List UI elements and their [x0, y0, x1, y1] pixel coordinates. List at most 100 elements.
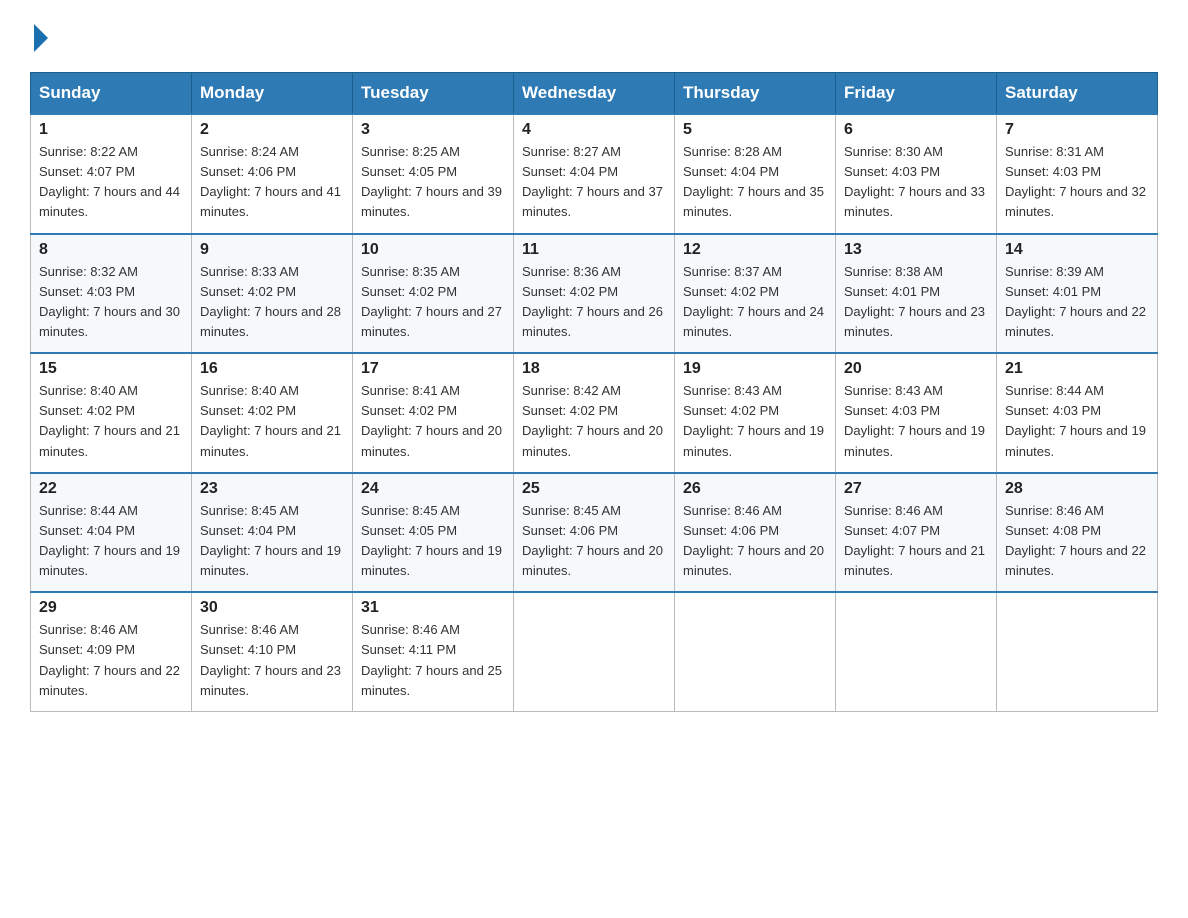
day-info: Sunrise: 8:46 AMSunset: 4:07 PMDaylight:…	[844, 501, 988, 582]
logo-arrow-icon	[34, 24, 48, 52]
day-number: 1	[39, 121, 183, 139]
day-number: 12	[683, 241, 827, 259]
day-info: Sunrise: 8:38 AMSunset: 4:01 PMDaylight:…	[844, 262, 988, 343]
calendar-cell: 25 Sunrise: 8:45 AMSunset: 4:06 PMDayligh…	[514, 473, 675, 593]
week-row-5: 29 Sunrise: 8:46 AMSunset: 4:09 PMDayligh…	[31, 592, 1158, 711]
day-info: Sunrise: 8:43 AMSunset: 4:02 PMDaylight:…	[683, 381, 827, 462]
day-number: 30	[200, 599, 344, 617]
weekday-header-row: SundayMondayTuesdayWednesdayThursdayFrid…	[31, 73, 1158, 115]
week-row-2: 8 Sunrise: 8:32 AMSunset: 4:03 PMDaylight…	[31, 234, 1158, 354]
day-info: Sunrise: 8:40 AMSunset: 4:02 PMDaylight:…	[200, 381, 344, 462]
calendar-cell	[675, 592, 836, 711]
day-number: 10	[361, 241, 505, 259]
day-info: Sunrise: 8:45 AMSunset: 4:04 PMDaylight:…	[200, 501, 344, 582]
calendar-cell: 8 Sunrise: 8:32 AMSunset: 4:03 PMDaylight…	[31, 234, 192, 354]
calendar-cell	[836, 592, 997, 711]
day-number: 4	[522, 121, 666, 139]
calendar-cell: 15 Sunrise: 8:40 AMSunset: 4:02 PMDayligh…	[31, 353, 192, 473]
day-number: 24	[361, 480, 505, 498]
day-info: Sunrise: 8:46 AMSunset: 4:09 PMDaylight:…	[39, 620, 183, 701]
day-info: Sunrise: 8:31 AMSunset: 4:03 PMDaylight:…	[1005, 142, 1149, 223]
calendar-cell: 13 Sunrise: 8:38 AMSunset: 4:01 PMDayligh…	[836, 234, 997, 354]
day-info: Sunrise: 8:30 AMSunset: 4:03 PMDaylight:…	[844, 142, 988, 223]
day-number: 21	[1005, 360, 1149, 378]
week-row-3: 15 Sunrise: 8:40 AMSunset: 4:02 PMDayligh…	[31, 353, 1158, 473]
day-info: Sunrise: 8:46 AMSunset: 4:11 PMDaylight:…	[361, 620, 505, 701]
week-row-4: 22 Sunrise: 8:44 AMSunset: 4:04 PMDayligh…	[31, 473, 1158, 593]
day-info: Sunrise: 8:25 AMSunset: 4:05 PMDaylight:…	[361, 142, 505, 223]
calendar-cell: 17Sunrise: 8:41 AMSunset: 4:02 PMDayligh…	[353, 353, 514, 473]
calendar-cell: 29 Sunrise: 8:46 AMSunset: 4:09 PMDayligh…	[31, 592, 192, 711]
day-info: Sunrise: 8:44 AMSunset: 4:03 PMDaylight:…	[1005, 381, 1149, 462]
day-number: 2	[200, 121, 344, 139]
day-number: 25	[522, 480, 666, 498]
weekday-header-thursday: Thursday	[675, 73, 836, 115]
day-number: 16	[200, 360, 344, 378]
day-number: 23	[200, 480, 344, 498]
calendar-cell: 6Sunrise: 8:30 AMSunset: 4:03 PMDaylight…	[836, 114, 997, 234]
logo	[30, 20, 48, 52]
calendar-cell: 22 Sunrise: 8:44 AMSunset: 4:04 PMDayligh…	[31, 473, 192, 593]
day-info: Sunrise: 8:46 AMSunset: 4:08 PMDaylight:…	[1005, 501, 1149, 582]
weekday-header-sunday: Sunday	[31, 73, 192, 115]
page-header	[30, 20, 1158, 52]
day-info: Sunrise: 8:36 AMSunset: 4:02 PMDaylight:…	[522, 262, 666, 343]
calendar-cell: 4 Sunrise: 8:27 AMSunset: 4:04 PMDaylight…	[514, 114, 675, 234]
day-number: 26	[683, 480, 827, 498]
calendar-cell: 11 Sunrise: 8:36 AMSunset: 4:02 PMDayligh…	[514, 234, 675, 354]
calendar-cell	[514, 592, 675, 711]
day-info: Sunrise: 8:35 AMSunset: 4:02 PMDaylight:…	[361, 262, 505, 343]
day-number: 22	[39, 480, 183, 498]
day-number: 19	[683, 360, 827, 378]
calendar-cell: 14 Sunrise: 8:39 AMSunset: 4:01 PMDayligh…	[997, 234, 1158, 354]
day-number: 8	[39, 241, 183, 259]
day-number: 29	[39, 599, 183, 617]
day-number: 28	[1005, 480, 1149, 498]
day-number: 9	[200, 241, 344, 259]
day-number: 31	[361, 599, 505, 617]
weekday-header-tuesday: Tuesday	[353, 73, 514, 115]
calendar-cell: 28 Sunrise: 8:46 AMSunset: 4:08 PMDayligh…	[997, 473, 1158, 593]
calendar-cell: 20Sunrise: 8:43 AMSunset: 4:03 PMDayligh…	[836, 353, 997, 473]
day-number: 17	[361, 360, 505, 378]
day-info: Sunrise: 8:46 AMSunset: 4:10 PMDaylight:…	[200, 620, 344, 701]
calendar-cell: 19 Sunrise: 8:43 AMSunset: 4:02 PMDayligh…	[675, 353, 836, 473]
calendar-cell: 2Sunrise: 8:24 AMSunset: 4:06 PMDaylight…	[192, 114, 353, 234]
day-number: 11	[522, 241, 666, 259]
calendar-cell: 12 Sunrise: 8:37 AMSunset: 4:02 PMDayligh…	[675, 234, 836, 354]
day-number: 3	[361, 121, 505, 139]
weekday-header-saturday: Saturday	[997, 73, 1158, 115]
day-info: Sunrise: 8:22 AMSunset: 4:07 PMDaylight:…	[39, 142, 183, 223]
day-info: Sunrise: 8:40 AMSunset: 4:02 PMDaylight:…	[39, 381, 183, 462]
day-info: Sunrise: 8:46 AMSunset: 4:06 PMDaylight:…	[683, 501, 827, 582]
day-number: 18	[522, 360, 666, 378]
calendar-table: SundayMondayTuesdayWednesdayThursdayFrid…	[30, 72, 1158, 712]
day-info: Sunrise: 8:42 AMSunset: 4:02 PMDaylight:…	[522, 381, 666, 462]
calendar-cell	[997, 592, 1158, 711]
day-info: Sunrise: 8:27 AMSunset: 4:04 PMDaylight:…	[522, 142, 666, 223]
day-info: Sunrise: 8:45 AMSunset: 4:06 PMDaylight:…	[522, 501, 666, 582]
weekday-header-wednesday: Wednesday	[514, 73, 675, 115]
week-row-1: 1 Sunrise: 8:22 AMSunset: 4:07 PMDaylight…	[31, 114, 1158, 234]
day-number: 7	[1005, 121, 1149, 139]
calendar-cell: 10 Sunrise: 8:35 AMSunset: 4:02 PMDayligh…	[353, 234, 514, 354]
day-info: Sunrise: 8:32 AMSunset: 4:03 PMDaylight:…	[39, 262, 183, 343]
weekday-header-friday: Friday	[836, 73, 997, 115]
calendar-cell: 18 Sunrise: 8:42 AMSunset: 4:02 PMDayligh…	[514, 353, 675, 473]
calendar-cell: 16 Sunrise: 8:40 AMSunset: 4:02 PMDayligh…	[192, 353, 353, 473]
day-info: Sunrise: 8:39 AMSunset: 4:01 PMDaylight:…	[1005, 262, 1149, 343]
calendar-cell: 9 Sunrise: 8:33 AMSunset: 4:02 PMDaylight…	[192, 234, 353, 354]
day-info: Sunrise: 8:37 AMSunset: 4:02 PMDaylight:…	[683, 262, 827, 343]
calendar-cell: 21 Sunrise: 8:44 AMSunset: 4:03 PMDayligh…	[997, 353, 1158, 473]
day-number: 14	[1005, 241, 1149, 259]
day-info: Sunrise: 8:44 AMSunset: 4:04 PMDaylight:…	[39, 501, 183, 582]
calendar-cell: 3 Sunrise: 8:25 AMSunset: 4:05 PMDaylight…	[353, 114, 514, 234]
day-number: 20	[844, 360, 988, 378]
calendar-cell: 23 Sunrise: 8:45 AMSunset: 4:04 PMDayligh…	[192, 473, 353, 593]
day-number: 13	[844, 241, 988, 259]
calendar-cell: 30 Sunrise: 8:46 AMSunset: 4:10 PMDayligh…	[192, 592, 353, 711]
calendar-cell: 1 Sunrise: 8:22 AMSunset: 4:07 PMDaylight…	[31, 114, 192, 234]
calendar-cell: 7 Sunrise: 8:31 AMSunset: 4:03 PMDaylight…	[997, 114, 1158, 234]
day-number: 15	[39, 360, 183, 378]
day-info: Sunrise: 8:33 AMSunset: 4:02 PMDaylight:…	[200, 262, 344, 343]
